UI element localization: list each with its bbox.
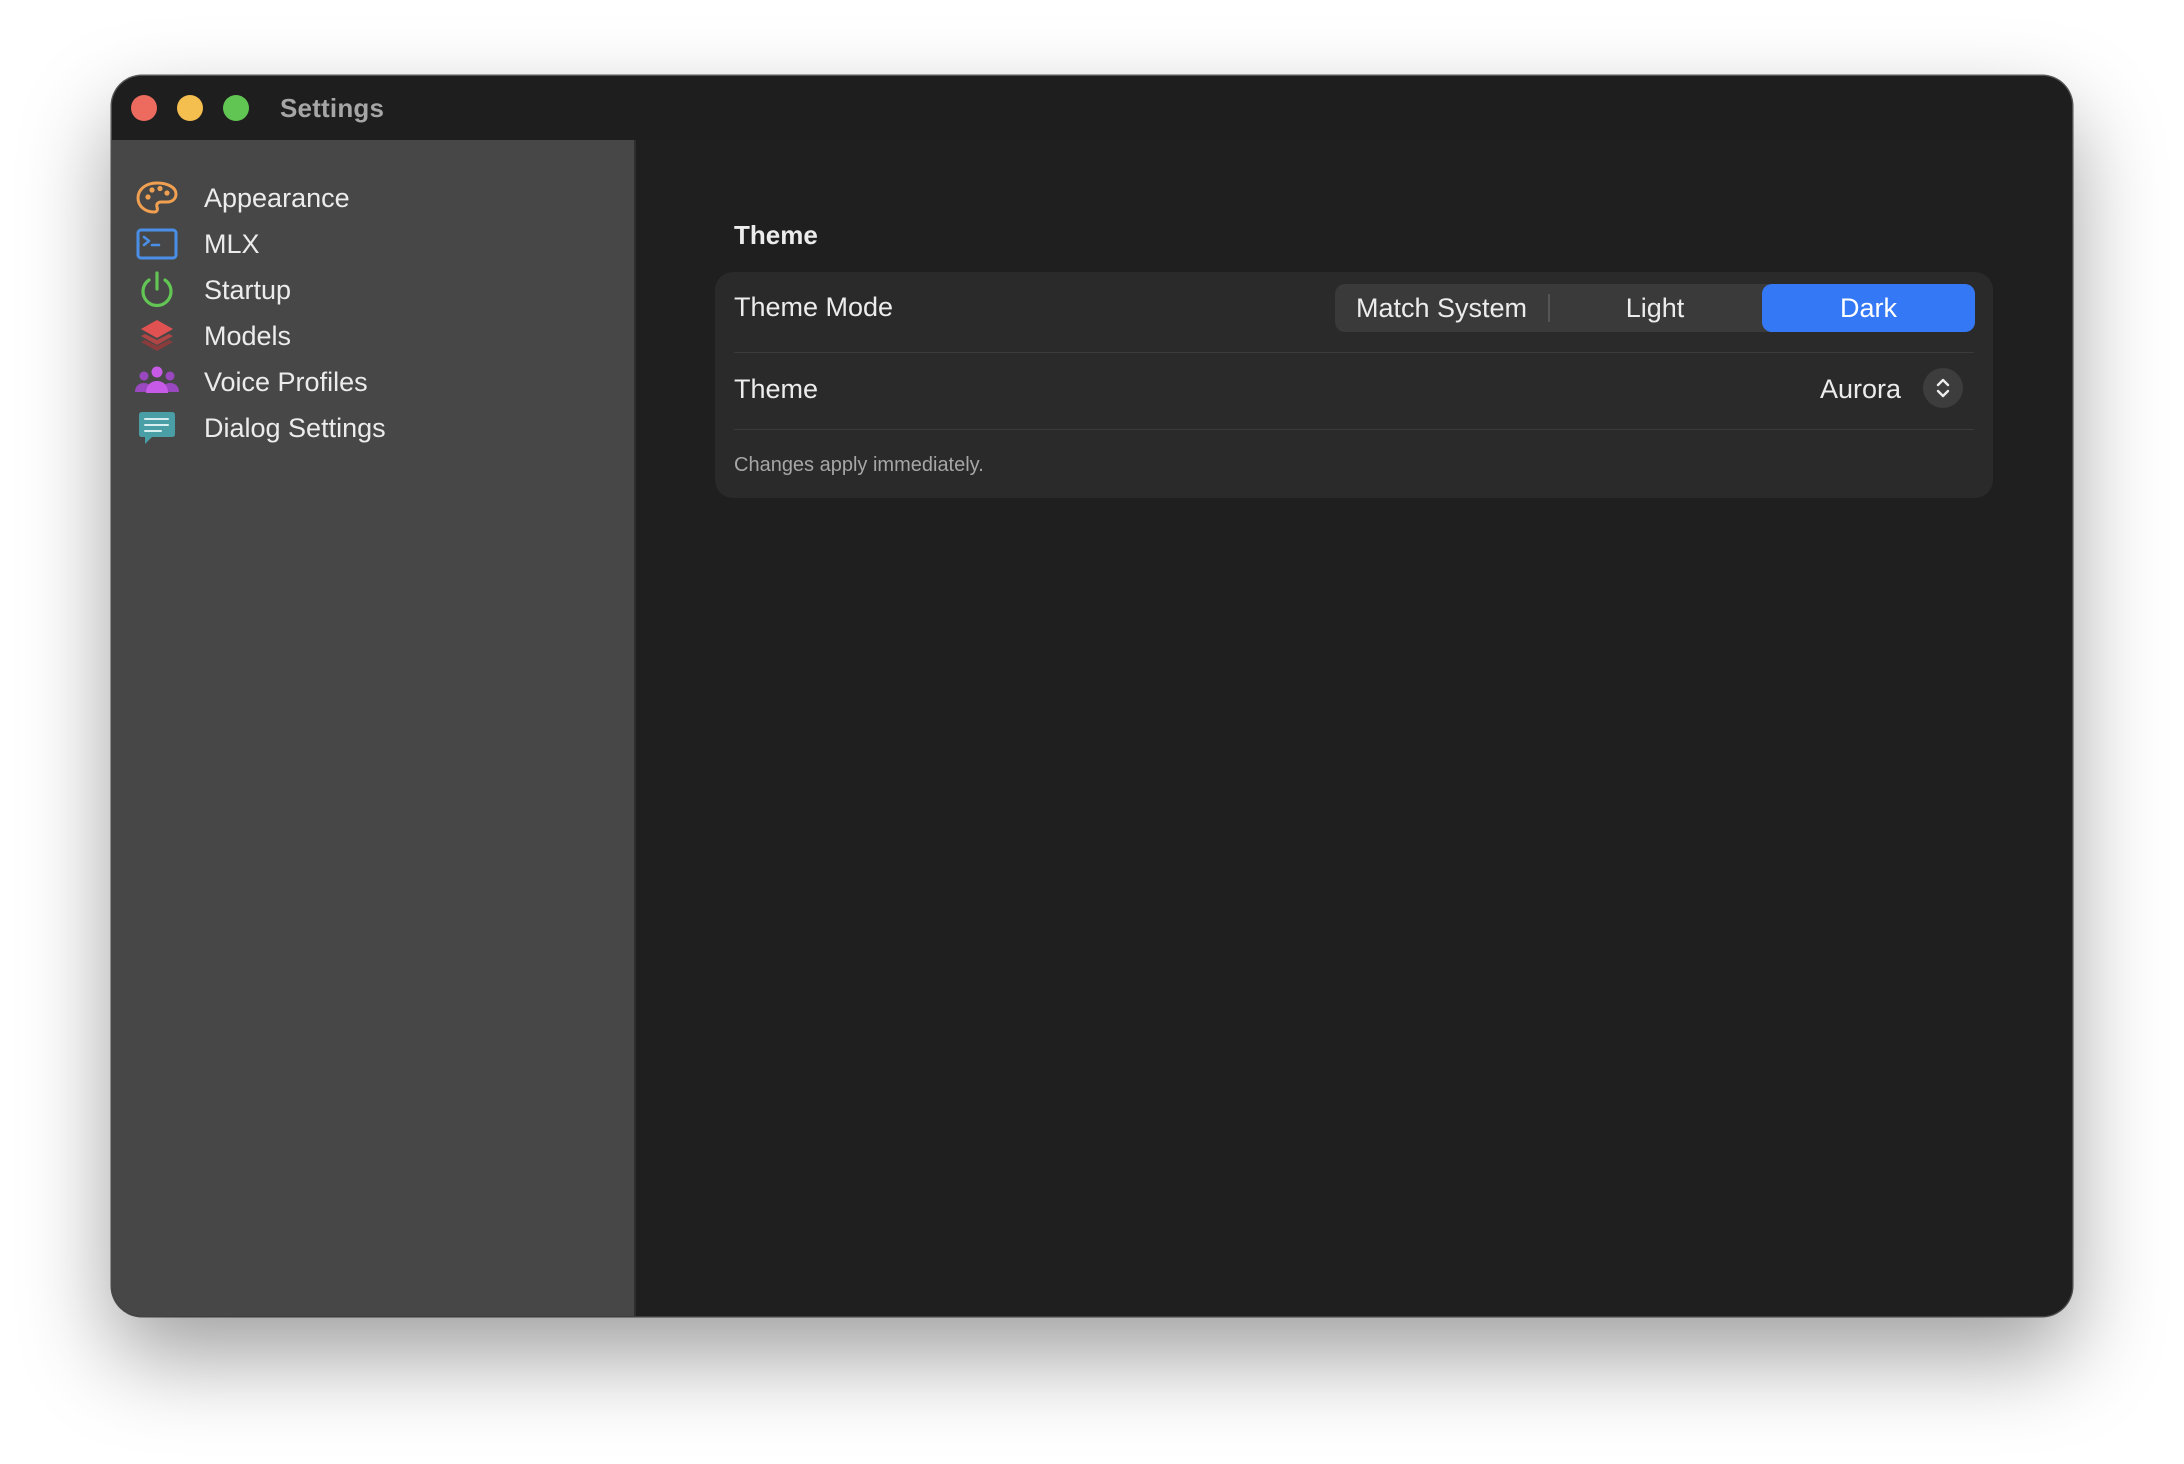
row-divider xyxy=(734,429,1974,430)
sidebar-item-label: MLX xyxy=(204,229,260,259)
minimize-window-button[interactable] xyxy=(177,95,203,121)
terminal-icon xyxy=(136,228,178,260)
zoom-window-button[interactable] xyxy=(223,95,249,121)
main-content: Theme Theme Mode Match System Light Dark… xyxy=(636,140,2072,1316)
segment-match-system[interactable]: Match System xyxy=(1335,284,1548,332)
chevron-up-down-icon xyxy=(1936,378,1950,398)
theme-mode-label: Theme Mode xyxy=(734,292,894,322)
stack-icon xyxy=(141,320,173,351)
segment-dark[interactable]: Dark xyxy=(1762,284,1975,332)
settings-window: Settings Appearance MLX Startup Models V… xyxy=(112,76,2072,1316)
sidebar-item-label: Voice Profiles xyxy=(204,367,368,397)
section-title: Theme xyxy=(734,220,818,250)
power-icon xyxy=(141,271,173,308)
changes-note: Changes apply immediately. xyxy=(734,454,984,476)
palette-icon xyxy=(136,181,178,214)
theme-select-value[interactable]: Aurora xyxy=(1820,374,1901,405)
sidebar-item-label: Dialog Settings xyxy=(204,413,386,443)
title-bar: Settings xyxy=(112,76,2072,141)
sidebar-item-label: Models xyxy=(204,321,292,351)
window-title: Settings xyxy=(280,93,385,123)
chat-bubble-icon xyxy=(139,412,175,444)
people-icon xyxy=(135,366,179,393)
sidebar-item-label: Appearance xyxy=(204,183,350,213)
theme-settings-group: Theme Mode Match System Light Dark Theme… xyxy=(715,272,1993,498)
segment-light[interactable]: Light xyxy=(1548,284,1762,332)
sidebar-item-dialog-settings[interactable]: Dialog Settings xyxy=(112,400,634,456)
theme-select-button[interactable] xyxy=(1923,368,1963,408)
row-divider xyxy=(734,352,1974,353)
sidebar-item-label: Startup xyxy=(204,275,292,305)
sidebar: Appearance MLX Startup Models Voice Prof… xyxy=(112,140,636,1316)
theme-mode-segmented-control[interactable]: Match System Light Dark xyxy=(1335,284,1975,332)
theme-label: Theme xyxy=(734,374,819,404)
close-window-button[interactable] xyxy=(131,95,157,121)
